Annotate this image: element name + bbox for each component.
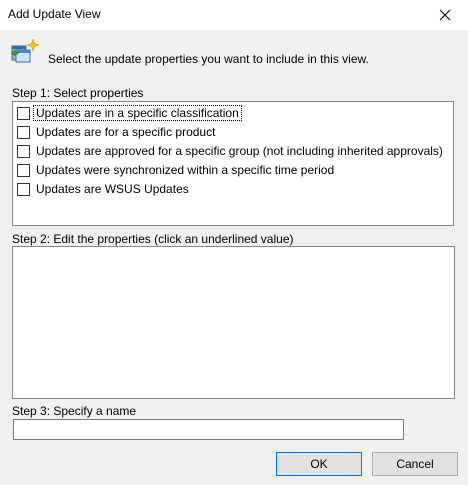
view-name-input[interactable]	[13, 419, 404, 440]
property-label: Updates are approved for a specific grou…	[36, 144, 443, 158]
property-checkbox-wsus-updates[interactable]	[17, 182, 30, 196]
cancel-button[interactable]: Cancel	[372, 452, 458, 476]
property-label: Updates are WSUS Updates	[36, 182, 189, 196]
property-checkbox-synchronized[interactable]	[17, 163, 30, 177]
property-label: Updates were synchronized within a speci…	[36, 163, 335, 177]
update-view-wizard-icon	[10, 38, 40, 63]
property-item-synchronized[interactable]: Updates were synchronized within a speci…	[17, 162, 336, 178]
property-label: Updates are in a specific classification	[33, 105, 242, 121]
property-checkbox-classification[interactable]	[17, 106, 30, 120]
property-item-wsus-updates[interactable]: Updates are WSUS Updates	[17, 181, 191, 197]
property-checkbox-product[interactable]	[17, 125, 30, 139]
property-label: Updates are for a specific product	[36, 125, 216, 139]
header-instruction: Select the update properties you want to…	[48, 52, 369, 66]
property-item-classification[interactable]: Updates are in a specific classification	[17, 105, 242, 121]
property-item-product[interactable]: Updates are for a specific product	[17, 124, 217, 140]
step1-label: Step 1: Select properties	[12, 86, 144, 100]
window-title: Add Update View	[8, 7, 101, 21]
properties-list[interactable]: Updates are in a specific classification…	[12, 101, 454, 226]
close-icon	[439, 9, 451, 21]
property-checkbox-approved-group[interactable]	[17, 144, 30, 158]
ok-button[interactable]: OK	[276, 452, 362, 476]
step3-label: Step 3: Specify a name	[12, 404, 137, 418]
step2-label: Step 2: Edit the properties (click an un…	[12, 232, 294, 246]
properties-edit-box[interactable]	[12, 246, 455, 399]
close-button[interactable]	[422, 0, 468, 30]
property-item-approved-group[interactable]: Updates are approved for a specific grou…	[17, 143, 445, 159]
title-bar: Add Update View	[0, 0, 468, 30]
